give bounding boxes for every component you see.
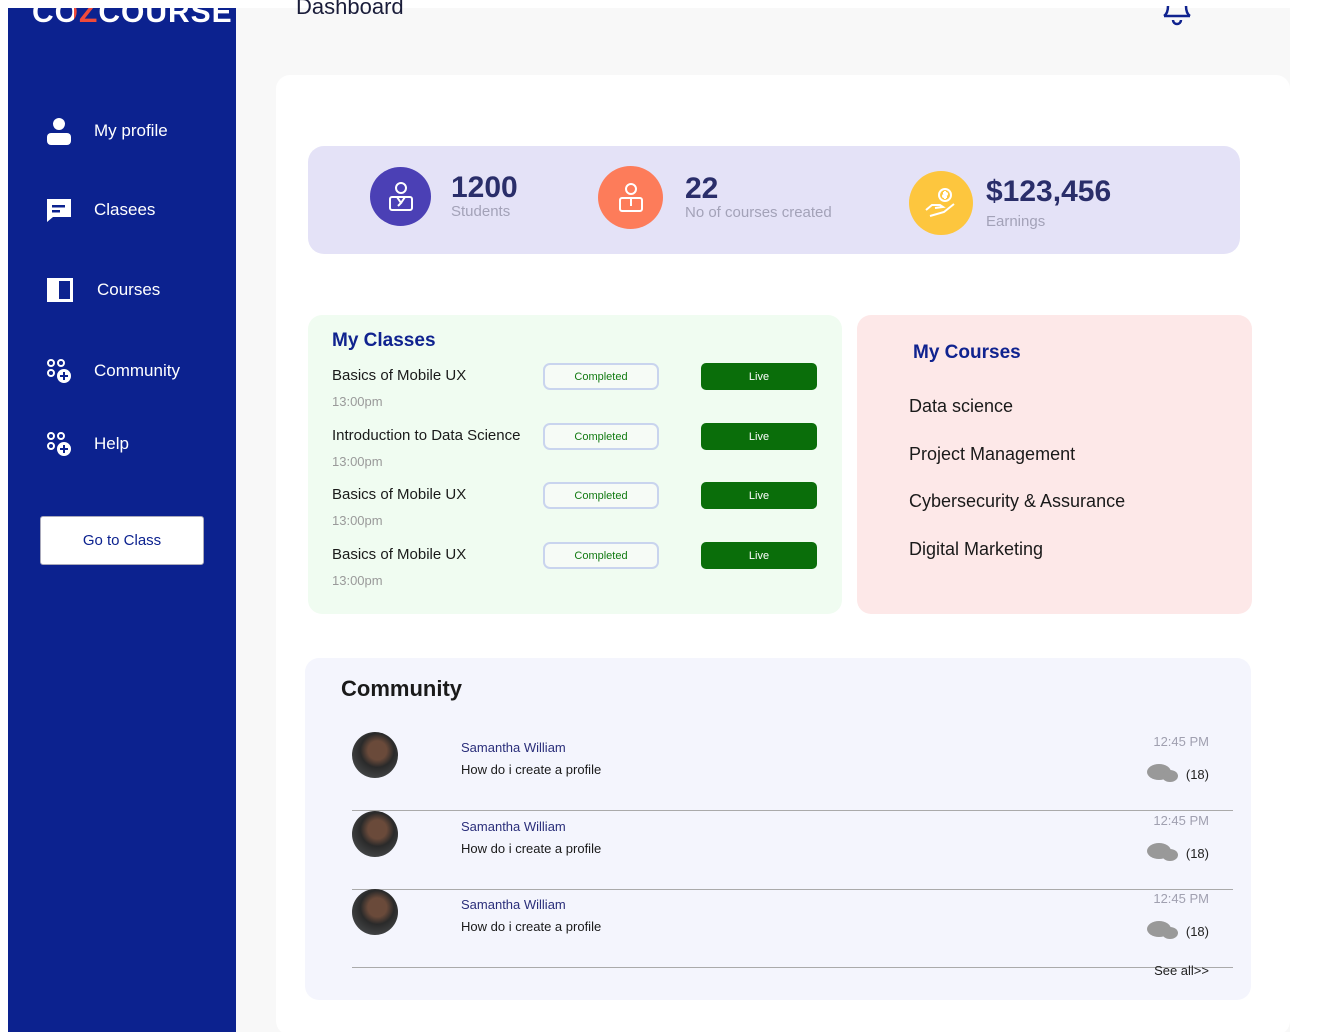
help-icon bbox=[44, 429, 74, 459]
course-item[interactable]: Cybersecurity & Assurance bbox=[909, 491, 1125, 512]
comment-count: (18) bbox=[1146, 920, 1209, 942]
class-time: 13:00pm bbox=[332, 573, 383, 588]
sidebar-item-label: Community bbox=[94, 361, 180, 380]
live-button[interactable]: Live bbox=[701, 423, 817, 450]
comment-count: (18) bbox=[1146, 842, 1209, 864]
community-post[interactable]: Samantha William How do i create a profil… bbox=[352, 811, 1233, 890]
avatar bbox=[352, 889, 398, 935]
my-classes-panel: My Classes Basics of Mobile UX 13:00pm Com… bbox=[308, 315, 842, 614]
post-author: Samantha William bbox=[461, 740, 566, 755]
stat-courses: 22 No of courses created bbox=[598, 166, 832, 229]
post-time: 12:45 PM bbox=[1153, 734, 1209, 749]
stat-earnings: $123,456 Earnings bbox=[909, 171, 1111, 235]
sidebar-item-courses[interactable]: Courses bbox=[44, 275, 160, 305]
go-to-class-button[interactable]: Go to Class bbox=[40, 516, 204, 565]
chat-icon bbox=[44, 195, 74, 225]
stat-label: Students bbox=[451, 203, 511, 220]
avatar bbox=[352, 732, 398, 778]
live-button[interactable]: Live bbox=[701, 363, 817, 390]
comment-count-text: (18) bbox=[1185, 923, 1209, 939]
sidebar-item-label: Help bbox=[94, 434, 129, 453]
sidebar-item-community[interactable]: Community bbox=[44, 356, 180, 386]
see-all-link[interactable]: See all>> bbox=[1154, 963, 1209, 978]
course-item[interactable]: Data science bbox=[909, 396, 1013, 417]
completed-badge: Completed bbox=[543, 423, 659, 450]
comments-icon bbox=[1146, 921, 1178, 939]
stat-value: $123,456 bbox=[986, 174, 1112, 208]
post-author: Samantha William bbox=[461, 897, 566, 912]
logo: COZCOURSE bbox=[32, 8, 233, 30]
completed-badge: Completed bbox=[543, 542, 659, 569]
logo-text-end: COURSE bbox=[98, 8, 233, 29]
post-time: 12:45 PM bbox=[1153, 813, 1209, 828]
sidebar-item-label: Clasees bbox=[94, 200, 156, 219]
stat-value: 22 bbox=[685, 172, 719, 205]
sidebar: COZCOURSE My profile Clasees Courses Com… bbox=[8, 8, 236, 1032]
course-item[interactable]: Digital Marketing bbox=[909, 539, 1043, 560]
section-title: My Classes bbox=[332, 330, 436, 351]
community-panel: Community Samantha William How do i creat… bbox=[305, 658, 1251, 1000]
completed-badge: Completed bbox=[543, 482, 659, 509]
post-author: Samantha William bbox=[461, 819, 566, 834]
comments-icon bbox=[1146, 843, 1178, 861]
comment-count-text: (18) bbox=[1185, 766, 1209, 782]
sidebar-item-my-profile[interactable]: My profile bbox=[44, 116, 168, 146]
class-time: 13:00pm bbox=[332, 513, 383, 528]
user-icon bbox=[44, 116, 74, 146]
sidebar-item-label: Courses bbox=[97, 280, 161, 299]
page-title: Dashboard bbox=[296, 0, 404, 19]
class-time: 13:00pm bbox=[332, 394, 383, 409]
comment-count-text: (18) bbox=[1185, 845, 1209, 861]
class-row[interactable]: Basics of Mobile UX 13:00pm Completed Live bbox=[332, 363, 832, 409]
community-post[interactable]: Samantha William How do i create a profil… bbox=[352, 889, 1233, 968]
student-icon bbox=[370, 167, 431, 226]
my-courses-panel: My Courses Data science Project Manageme… bbox=[857, 315, 1252, 614]
stat-students: 1200 Students bbox=[370, 167, 518, 226]
completed-badge: Completed bbox=[543, 363, 659, 390]
sidebar-item-classes[interactable]: Clasees bbox=[44, 195, 155, 225]
post-time: 12:45 PM bbox=[1153, 891, 1209, 906]
stat-label: No of courses created bbox=[685, 204, 832, 221]
book-icon bbox=[44, 275, 74, 305]
class-row[interactable]: Basics of Mobile UX 13:00pm Completed Live bbox=[332, 542, 832, 588]
sidebar-item-help[interactable]: Help bbox=[44, 429, 129, 459]
post-text: How do i create a profile bbox=[461, 919, 602, 934]
post-text: How do i create a profile bbox=[461, 841, 602, 856]
class-time: 13:00pm bbox=[332, 454, 383, 469]
class-row[interactable]: Basics of Mobile UX 13:00pm Completed Live bbox=[332, 482, 832, 528]
section-title: Community bbox=[341, 676, 462, 701]
stat-value: 1200 bbox=[451, 171, 518, 204]
community-icon bbox=[44, 356, 74, 386]
stats-panel: 1200 Students 22 No of courses created $12… bbox=[308, 146, 1240, 254]
course-item[interactable]: Project Management bbox=[909, 444, 1075, 465]
bell-icon[interactable] bbox=[1160, 2, 1194, 33]
teacher-icon bbox=[598, 166, 663, 229]
sidebar-item-label: My profile bbox=[94, 121, 168, 140]
live-button[interactable]: Live bbox=[701, 542, 817, 569]
stat-label: Earnings bbox=[986, 212, 1046, 230]
community-post[interactable]: Samantha William How do i create a profil… bbox=[352, 732, 1233, 811]
comments-icon bbox=[1146, 764, 1178, 782]
money-hand-icon bbox=[909, 171, 973, 235]
section-title: My Courses bbox=[913, 342, 1021, 363]
avatar bbox=[352, 811, 398, 857]
comment-count: (18) bbox=[1146, 763, 1209, 785]
logo-text-start: COZ bbox=[32, 8, 98, 29]
class-row[interactable]: Introduction to Data Science 13:00pm Compl… bbox=[332, 423, 832, 469]
live-button[interactable]: Live bbox=[701, 482, 817, 509]
post-text: How do i create a profile bbox=[461, 762, 602, 777]
